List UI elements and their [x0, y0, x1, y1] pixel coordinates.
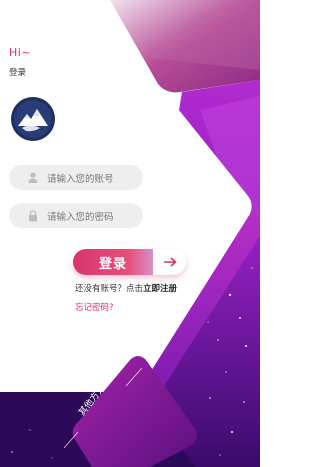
register-prompt-text: 还没有账号？点击 [75, 284, 144, 294]
password-placeholder: 请输入您的密码 [47, 211, 114, 223]
background-art [0, 0, 260, 467]
password-field[interactable]: 请输入您的密码 [9, 203, 143, 228]
login-screen: Hi~ 登录 请输入您的账号 请输入您的密码 登录 还没有账号？点击立即注册 忘… [0, 0, 260, 467]
arrow-right-icon[interactable] [153, 249, 186, 275]
lock-icon [27, 209, 39, 222]
login-button[interactable]: 登录 [73, 249, 186, 275]
mountain-logo-icon [11, 97, 55, 141]
login-button-label: 登录 [73, 249, 153, 275]
register-prompt: 还没有账号？点击立即注册 [75, 282, 177, 294]
user-icon [27, 172, 39, 184]
page-subtitle: 登录 [9, 68, 27, 78]
greeting-text: Hi~ [9, 46, 32, 59]
register-link[interactable]: 立即注册 [143, 284, 177, 294]
forgot-password-link[interactable]: 忘记密码? [75, 301, 114, 313]
username-field[interactable]: 请输入您的账号 [9, 165, 143, 190]
username-placeholder: 请输入您的账号 [47, 173, 114, 185]
